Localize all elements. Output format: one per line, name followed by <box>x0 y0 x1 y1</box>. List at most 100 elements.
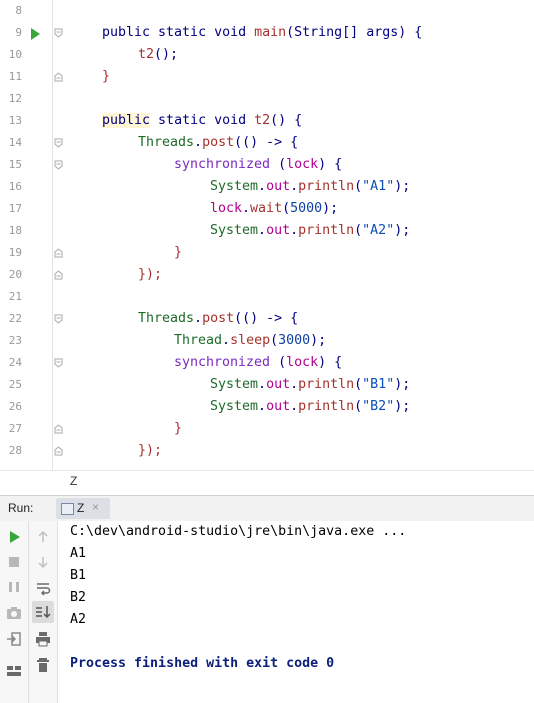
scroll-end-toggle[interactable] <box>32 601 54 623</box>
line-number: 13 <box>8 114 22 127</box>
fold-icon[interactable] <box>54 270 63 280</box>
code-text: System.out.println("A1"); <box>210 179 411 194</box>
line-number: 28 <box>8 444 22 457</box>
pause-icon[interactable] <box>4 577 24 597</box>
layout-icon[interactable] <box>4 661 24 681</box>
code-text: } <box>102 69 111 84</box>
code-line[interactable]: 21 <box>0 286 534 308</box>
code-line[interactable]: 26 System.out.println("B2"); <box>0 396 534 418</box>
code-line[interactable]: 16 System.out.println("A1"); <box>0 176 534 198</box>
line-number: 11 <box>8 70 22 83</box>
breadcrumb[interactable]: Z <box>0 470 534 495</box>
line-number: 12 <box>8 92 22 105</box>
tab-label: Z <box>77 501 85 515</box>
down-icon[interactable] <box>33 552 53 572</box>
code-line[interactable]: 8 <box>0 0 534 22</box>
code-line[interactable]: 10 t2(); <box>0 44 534 66</box>
code-line[interactable]: 9 public static void main(String[] args)… <box>0 22 534 44</box>
console-panel[interactable]: C:\dev\android-studio\jre\bin\java.exe .… <box>0 521 534 703</box>
line-number: 10 <box>8 48 22 61</box>
run-arrow-icon[interactable] <box>31 28 40 40</box>
run-label: Run: <box>8 501 34 515</box>
code-line[interactable]: 12 <box>0 88 534 110</box>
code-line[interactable]: 24 synchronized (lock) { <box>0 352 534 374</box>
fold-icon[interactable] <box>54 358 63 368</box>
code-text: public static void t2() { <box>102 113 303 128</box>
code-line[interactable]: 22 Threads.post(() -> { <box>0 308 534 330</box>
code-text: }); <box>138 443 163 458</box>
print-icon[interactable] <box>33 629 53 649</box>
line-number: 27 <box>8 422 22 435</box>
fold-icon[interactable] <box>54 138 63 148</box>
left-toolbar <box>0 521 29 703</box>
line-number: 17 <box>8 202 22 215</box>
tab-z[interactable]: Z × <box>56 498 110 519</box>
up-icon[interactable] <box>33 527 53 547</box>
code-text: Threads.post(() -> { <box>138 311 299 326</box>
line-number: 16 <box>8 180 22 193</box>
code-line[interactable]: 17 lock.wait(5000); <box>0 198 534 220</box>
line-number: 14 <box>8 136 22 149</box>
rerun-icon[interactable] <box>4 527 24 547</box>
line-number: 25 <box>8 378 22 391</box>
console-output-line: A2 <box>70 612 87 627</box>
code-line[interactable]: 23 Thread.sleep(3000); <box>0 330 534 352</box>
fold-icon[interactable] <box>54 248 63 258</box>
line-number: 21 <box>8 290 22 303</box>
code-line[interactable]: 14 Threads.post(() -> { <box>0 132 534 154</box>
console-output-line: B2 <box>70 590 87 605</box>
line-number: 22 <box>8 312 22 325</box>
code-line[interactable]: 25 System.out.println("B1"); <box>0 374 534 396</box>
code-text: synchronized (lock) { <box>174 157 343 172</box>
console-output-line: A1 <box>70 546 87 561</box>
console-command-line: C:\dev\android-studio\jre\bin\java.exe .… <box>70 524 407 539</box>
line-number: 24 <box>8 356 22 369</box>
line-number: 19 <box>8 246 22 259</box>
line-number: 18 <box>8 224 22 237</box>
line-number: 8 <box>15 4 22 17</box>
soft-wrap-icon[interactable] <box>33 578 53 598</box>
code-text: Thread.sleep(3000); <box>174 333 327 348</box>
fold-icon[interactable] <box>54 72 63 82</box>
stop-icon[interactable] <box>4 552 24 572</box>
code-text: public static void main(String[] args) { <box>102 25 423 40</box>
close-icon[interactable]: × <box>92 500 99 514</box>
code-line[interactable]: 18 System.out.println("A2"); <box>0 220 534 242</box>
line-number: 26 <box>8 400 22 413</box>
code-line[interactable]: 20 }); <box>0 264 534 286</box>
code-line[interactable]: 13 public static void t2() { <box>0 110 534 132</box>
fold-icon[interactable] <box>54 446 63 456</box>
code-text: System.out.println("B1"); <box>210 377 411 392</box>
fold-icon[interactable] <box>54 424 63 434</box>
console-output-line: B1 <box>70 568 87 583</box>
code-editor[interactable]: 8 9 public static void main(String[] arg… <box>0 0 534 470</box>
code-line[interactable]: 28 }); <box>0 440 534 462</box>
fold-icon[interactable] <box>54 160 63 170</box>
code-text: t2(); <box>138 47 179 62</box>
line-number: 15 <box>8 158 22 171</box>
code-line[interactable]: 27 } <box>0 418 534 440</box>
code-text: System.out.println("A2"); <box>210 223 411 238</box>
console-toolbar <box>29 521 58 703</box>
line-number: 23 <box>8 334 22 347</box>
fold-icon[interactable] <box>54 28 63 38</box>
scroll-end-icon <box>36 606 51 619</box>
process-finished-message: Process finished with exit code 0 <box>70 656 335 671</box>
code-text: lock.wait(5000); <box>210 201 339 216</box>
trash-icon[interactable] <box>33 655 53 675</box>
code-text: System.out.println("B2"); <box>210 399 411 414</box>
code-line[interactable]: 15 synchronized (lock) { <box>0 154 534 176</box>
code-text: } <box>174 245 183 260</box>
fold-icon[interactable] <box>54 314 63 324</box>
code-text: } <box>174 421 183 436</box>
line-number: 9 <box>15 26 22 39</box>
code-line[interactable]: 19 } <box>0 242 534 264</box>
camera-icon[interactable] <box>4 603 24 623</box>
login-icon[interactable] <box>4 629 24 649</box>
code-text: }); <box>138 267 163 282</box>
line-number: 20 <box>8 268 22 281</box>
code-line[interactable]: 11 } <box>0 66 534 88</box>
run-tool-window-header: Run: Z × <box>0 495 534 522</box>
breadcrumb-item[interactable]: Z <box>70 474 77 488</box>
code-text: synchronized (lock) { <box>174 355 343 370</box>
